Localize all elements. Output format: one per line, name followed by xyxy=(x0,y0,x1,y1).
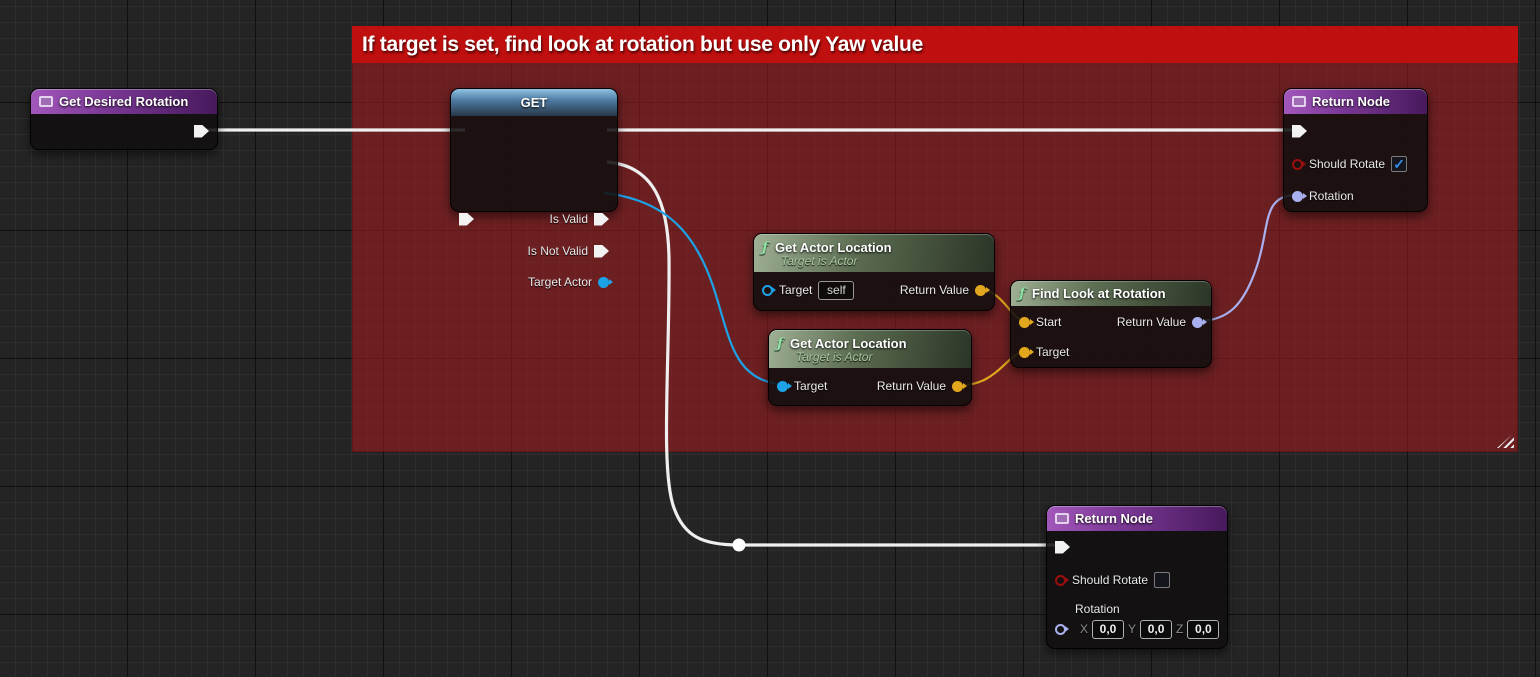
exec-input-pin[interactable] xyxy=(1292,125,1307,138)
object-input-pin-target[interactable] xyxy=(762,285,773,296)
node-title: Get Actor Location xyxy=(775,240,892,255)
exec-output-pin-is-valid[interactable] xyxy=(594,213,609,226)
reroute-node[interactable] xyxy=(733,539,746,552)
function-icon: ƒ xyxy=(1019,288,1025,300)
result-icon xyxy=(1292,96,1306,107)
rotator-output-pin-return-value[interactable] xyxy=(1192,317,1203,328)
pin-label-is-valid: Is Valid xyxy=(550,212,588,226)
pin-label-return-value: Return Value xyxy=(900,283,969,297)
node-title: Return Node xyxy=(1075,511,1153,526)
node-title: GET xyxy=(521,95,548,110)
node-return-top[interactable]: Return Node Should Rotate ✓ Rotation xyxy=(1283,88,1428,212)
node-header[interactable]: Return Node xyxy=(1047,506,1227,531)
pin-label-rotation: Rotation xyxy=(1075,602,1120,616)
rotator-input-pin-rotation[interactable] xyxy=(1055,624,1066,635)
node-header[interactable]: ƒ Get Actor Location Target is Actor xyxy=(769,330,971,368)
pin-label-return-value: Return Value xyxy=(877,379,946,393)
node-title: Find Look at Rotation xyxy=(1032,286,1166,301)
node-get-actor-location-target[interactable]: ƒ Get Actor Location Target is Actor Tar… xyxy=(768,329,972,406)
pin-label-should-rotate: Should Rotate xyxy=(1309,157,1385,171)
node-title: Return Node xyxy=(1312,94,1390,109)
node-get-isvalid[interactable]: GET Is Valid Is Not Valid Target Actor xyxy=(450,88,618,212)
target-default-field[interactable]: self xyxy=(818,281,854,300)
blueprint-graph[interactable]: If target is set, find look at rotation … xyxy=(0,0,1540,677)
exec-output-pin[interactable] xyxy=(194,125,209,138)
object-output-pin-target-actor[interactable] xyxy=(598,277,609,288)
node-subtitle: Target is Actor xyxy=(781,255,857,268)
macro-icon xyxy=(39,96,53,107)
node-subtitle: Target is Actor xyxy=(796,351,872,364)
bool-input-pin-should-rotate[interactable] xyxy=(1055,575,1066,586)
pin-label-start: Start xyxy=(1036,315,1061,329)
exec-output-pin-is-not-valid[interactable] xyxy=(594,245,609,258)
node-header[interactable]: Get Desired Rotation xyxy=(31,89,217,114)
function-icon: ƒ xyxy=(762,242,768,254)
node-get-desired-rotation[interactable]: Get Desired Rotation xyxy=(30,88,218,150)
pin-label-is-not-valid: Is Not Valid xyxy=(528,244,588,258)
axis-z-label: Z xyxy=(1176,622,1183,636)
node-header[interactable]: Return Node xyxy=(1284,89,1427,114)
node-return-bottom[interactable]: Return Node Should Rotate Rotation X 0,0 xyxy=(1046,505,1228,649)
node-find-look-at-rotation[interactable]: ƒ Find Look at Rotation Start Return Val… xyxy=(1010,280,1212,368)
pin-label-target: Target xyxy=(779,283,812,297)
node-header[interactable]: ƒ Find Look at Rotation xyxy=(1011,281,1211,306)
pin-label-should-rotate: Should Rotate xyxy=(1072,573,1148,587)
axis-x-field[interactable]: 0,0 xyxy=(1092,620,1124,639)
axis-x-label: X xyxy=(1080,622,1088,636)
pin-label-target-actor: Target Actor xyxy=(528,275,592,289)
vector-input-pin-start[interactable] xyxy=(1019,317,1030,328)
node-header[interactable]: GET xyxy=(451,89,617,116)
should-rotate-checkbox[interactable]: ✓ xyxy=(1391,156,1407,172)
rotator-input-pin-rotation[interactable] xyxy=(1292,191,1303,202)
exec-input-pin[interactable] xyxy=(1055,541,1070,554)
pin-label-target: Target xyxy=(1036,345,1069,359)
axis-z-field[interactable]: 0,0 xyxy=(1187,620,1219,639)
vector-input-pin-target[interactable] xyxy=(1019,347,1030,358)
axis-y-field[interactable]: 0,0 xyxy=(1140,620,1172,639)
node-get-actor-location-self[interactable]: ƒ Get Actor Location Target is Actor Tar… xyxy=(753,233,995,311)
object-input-pin-target[interactable] xyxy=(777,381,788,392)
bool-input-pin-should-rotate[interactable] xyxy=(1292,159,1303,170)
node-title: Get Desired Rotation xyxy=(59,94,188,109)
axis-y-label: Y xyxy=(1128,622,1136,636)
pin-label-rotation: Rotation xyxy=(1309,189,1354,203)
node-title: Get Actor Location xyxy=(790,336,907,351)
pin-label-target: Target xyxy=(794,379,827,393)
result-icon xyxy=(1055,513,1069,524)
pin-label-return-value: Return Value xyxy=(1117,315,1186,329)
vector-output-pin-return-value[interactable] xyxy=(975,285,986,296)
function-icon: ƒ xyxy=(777,338,783,350)
exec-input-pin[interactable] xyxy=(459,213,474,226)
node-header[interactable]: ƒ Get Actor Location Target is Actor xyxy=(754,234,994,272)
should-rotate-checkbox[interactable] xyxy=(1154,572,1170,588)
vector-output-pin-return-value[interactable] xyxy=(952,381,963,392)
